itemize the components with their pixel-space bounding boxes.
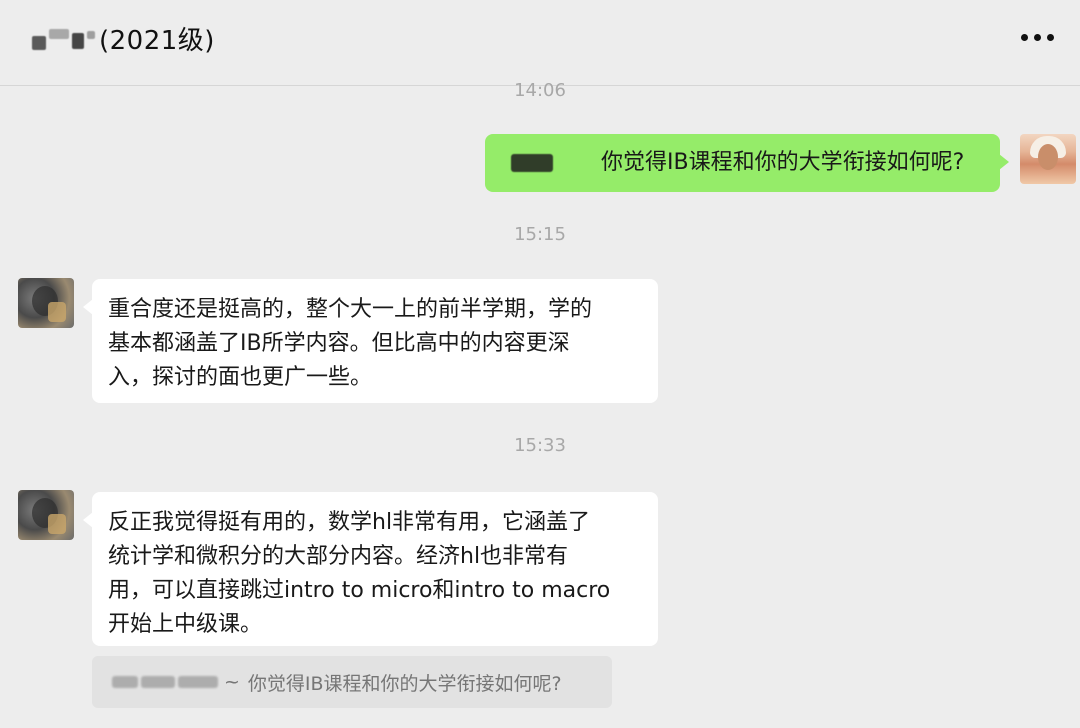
message-line: 开始上中级课。 bbox=[108, 612, 263, 637]
quote-suffix: ~ bbox=[224, 671, 240, 693]
contact-message-bubble[interactable]: 反正我觉得挺有用的，数学hl非常有用，它涵盖了 统计学和微积分的大部分内容。经济… bbox=[83, 492, 658, 646]
timestamp: 15:33 bbox=[514, 435, 566, 456]
message-line: 统计学和微积分的大部分内容。经济hl也非常有 bbox=[108, 544, 569, 569]
redacted-name bbox=[32, 26, 95, 50]
quote-text: 你觉得IB课程和你的大学衔接如何呢? bbox=[247, 672, 562, 695]
chat-title-text: (2021级) bbox=[99, 25, 215, 56]
message-line: 重合度还是挺高的，整个大一上的前半学期，学的 bbox=[108, 297, 593, 322]
my-avatar[interactable] bbox=[1020, 134, 1076, 184]
timestamp: 14:06 bbox=[514, 80, 566, 101]
message-text: 你觉得IB课程和你的大学衔接如何呢? bbox=[601, 150, 965, 175]
contact-avatar[interactable] bbox=[18, 278, 74, 328]
message-line: 反正我觉得挺有用的，数学hl非常有用，它涵盖了 bbox=[108, 510, 591, 535]
message-line: 入，探讨的面也更广一些。 bbox=[108, 365, 373, 390]
chat-title: (2021级) bbox=[32, 18, 215, 58]
my-message-bubble[interactable]: 你觉得IB课程和你的大学衔接如何呢? bbox=[485, 134, 1009, 192]
message-line: 用，可以直接跳过intro to micro和intro to macro bbox=[108, 578, 611, 603]
contact-message-bubble[interactable]: 重合度还是挺高的，整个大一上的前半学期，学的 基本都涵盖了IB所学内容。但比高中… bbox=[83, 279, 658, 403]
redacted-name bbox=[112, 676, 218, 688]
message-line: 基本都涵盖了IB所学内容。但比高中的内容更深 bbox=[108, 331, 570, 356]
more-dots-icon[interactable] bbox=[1021, 34, 1054, 41]
timestamp: 15:15 bbox=[514, 224, 566, 245]
quoted-reply[interactable]: ~ 你觉得IB课程和你的大学衔接如何呢? bbox=[92, 656, 612, 708]
contact-avatar[interactable] bbox=[18, 490, 74, 540]
redacted-text bbox=[511, 154, 553, 172]
chat-header: (2021级) bbox=[0, 0, 1080, 86]
